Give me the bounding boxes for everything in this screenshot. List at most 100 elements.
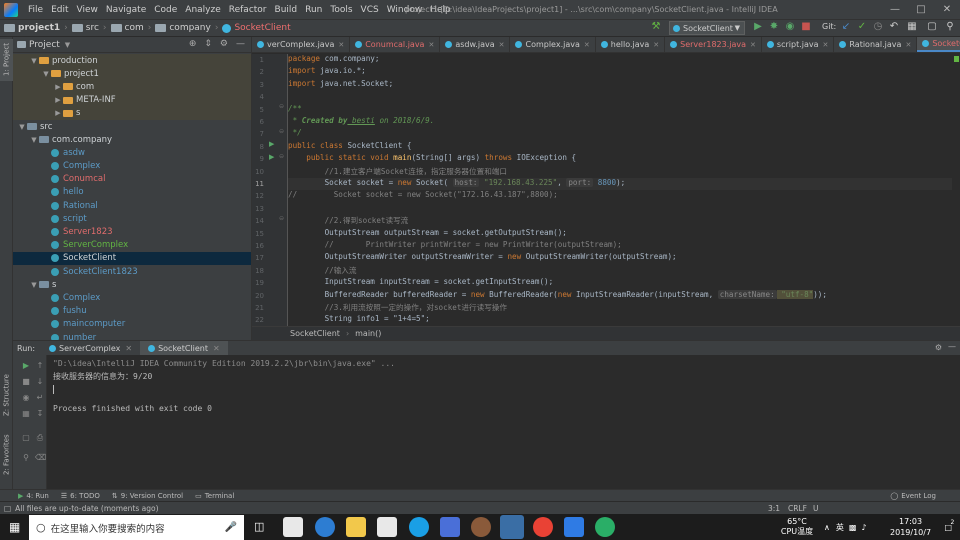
chevron-down-icon[interactable]: ▼ bbox=[65, 41, 70, 49]
fold-icon[interactable]: ⊖ bbox=[279, 153, 284, 160]
close-tab-icon[interactable]: ✕ bbox=[584, 41, 590, 49]
menu-code[interactable]: Code bbox=[150, 5, 181, 15]
editor-tab-complex-java[interactable]: Complex.java ✕ bbox=[510, 37, 596, 52]
clock[interactable]: 17:03 2019/10/7 bbox=[887, 516, 935, 538]
tree-class[interactable]: Server1823 bbox=[13, 225, 251, 238]
run-main-gutter-icon[interactable]: ▶ bbox=[269, 153, 274, 161]
menu-view[interactable]: View bbox=[73, 5, 102, 15]
terminal-tool-button[interactable]: ▭ Terminal bbox=[189, 492, 240, 500]
wifi-icon[interactable]: ▩ bbox=[849, 523, 857, 532]
crumb-com[interactable]: com bbox=[107, 23, 144, 33]
fold-icon[interactable]: ⊖ bbox=[279, 215, 284, 222]
menu-run[interactable]: Run bbox=[301, 5, 326, 15]
up-icon[interactable]: ↑ bbox=[35, 361, 45, 371]
build-hammer-icon[interactable]: ⚒ bbox=[650, 21, 662, 33]
chrome-icon[interactable] bbox=[533, 517, 553, 537]
tree-class[interactable]: script bbox=[13, 212, 251, 225]
project-structure-icon[interactable]: ▦ bbox=[906, 21, 918, 33]
menu-navigate[interactable]: Navigate bbox=[102, 5, 150, 15]
close-icon[interactable]: ✕ bbox=[934, 0, 960, 19]
chevron-down-icon[interactable]: ▼ bbox=[29, 281, 39, 289]
crumb-project1[interactable]: project1 bbox=[0, 23, 60, 33]
chevron-down-icon[interactable]: ▼ bbox=[17, 123, 27, 131]
tree-class[interactable]: number bbox=[13, 331, 251, 340]
breadcrumb-method[interactable]: main() bbox=[355, 329, 381, 338]
taskbar-app-7-icon[interactable] bbox=[471, 517, 491, 537]
task-view-icon[interactable]: ◫ bbox=[254, 520, 264, 533]
collapse-icon[interactable]: ⇕ bbox=[204, 39, 212, 49]
editor-tab-conumcal-java[interactable]: Conumcal.java ✕ bbox=[350, 37, 441, 52]
tree-class[interactable]: Complex bbox=[13, 160, 251, 173]
chevron-down-icon[interactable]: ▼ bbox=[29, 136, 39, 144]
tree-class[interactable]: hello bbox=[13, 186, 251, 199]
close-tab-icon[interactable]: ✕ bbox=[338, 41, 344, 49]
tree-folder[interactable]: ▶ s bbox=[13, 106, 251, 120]
taskbar-app-6-icon[interactable] bbox=[440, 517, 460, 537]
editor-tab-hello-java[interactable]: hello.java ✕ bbox=[596, 37, 666, 52]
editor-tab-asdw-java[interactable]: asdw.java ✕ bbox=[440, 37, 511, 52]
edge-browser-icon[interactable] bbox=[315, 517, 335, 537]
gear-icon[interactable]: ⚙ bbox=[220, 39, 228, 49]
hide-icon[interactable]: — bbox=[236, 39, 245, 49]
mail-icon[interactable] bbox=[377, 517, 397, 537]
tree-class[interactable]: Conumcal bbox=[13, 173, 251, 186]
gear-icon[interactable]: ⚙ bbox=[935, 343, 942, 352]
menu-vcs[interactable]: VCS bbox=[357, 5, 383, 15]
tree-class[interactable]: Complex bbox=[13, 291, 251, 304]
breadcrumb-class[interactable]: SocketClient bbox=[290, 329, 340, 338]
tree-class[interactable]: fushu bbox=[13, 305, 251, 318]
chevron-right-icon[interactable]: ▶ bbox=[53, 96, 63, 104]
tray-expand-icon[interactable]: ∧ bbox=[824, 523, 830, 532]
event-log-button[interactable]: ◯ Event Log bbox=[884, 492, 942, 500]
trash-icon[interactable]: ⌫ bbox=[35, 453, 46, 463]
taskbar-search-box[interactable]: ○ 在这里输入你要搜索的内容 🎤 bbox=[29, 515, 244, 540]
run-tab-servercomplex[interactable]: ServerComplex ✕ bbox=[41, 341, 140, 355]
favorites-tool-tab[interactable]: 2: Favorites bbox=[0, 429, 13, 481]
close-tab-icon[interactable]: ✕ bbox=[428, 41, 434, 49]
menu-build[interactable]: Build bbox=[271, 5, 302, 15]
tree-class[interactable]: SocketClient1823 bbox=[13, 265, 251, 278]
close-tab-icon[interactable]: ✕ bbox=[499, 41, 505, 49]
menu-tools[interactable]: Tools bbox=[326, 5, 356, 15]
fold-icon[interactable]: ⊖ bbox=[279, 103, 284, 110]
locate-icon[interactable]: ⊕ bbox=[189, 39, 197, 49]
git-history-icon[interactable]: ◷ bbox=[872, 21, 884, 33]
coverage-icon[interactable]: ◉ bbox=[784, 21, 796, 33]
menu-file[interactable]: File bbox=[24, 5, 47, 15]
tree-folder[interactable]: ▶ com bbox=[13, 80, 251, 94]
search-icon[interactable]: ⚲ bbox=[944, 21, 956, 33]
chevron-right-icon[interactable]: ▶ bbox=[53, 83, 63, 91]
encoding[interactable]: U bbox=[813, 504, 819, 513]
run-config-select[interactable]: SocketClient ▼ bbox=[669, 21, 745, 35]
status-layout-icon[interactable]: □ bbox=[4, 504, 11, 513]
rerun-icon[interactable]: ▶ bbox=[21, 361, 31, 371]
editor-tab-rational-java[interactable]: Rational.java ✕ bbox=[834, 37, 918, 52]
minimize-icon[interactable]: — bbox=[882, 0, 908, 19]
tree-folder[interactable]: ▼ com.company bbox=[13, 133, 251, 146]
close-tab-icon[interactable]: ✕ bbox=[823, 41, 829, 49]
menu-edit[interactable]: Edit bbox=[47, 5, 72, 15]
project-tool-tab[interactable]: 1: Project bbox=[0, 39, 13, 81]
tree-class[interactable]: maincomputer bbox=[13, 318, 251, 331]
microphone-icon[interactable]: 🎤 bbox=[225, 522, 237, 533]
run-tab-socketclient[interactable]: SocketClient ✕ bbox=[140, 341, 228, 355]
ime-label[interactable]: 英 bbox=[836, 522, 844, 533]
close-tab-icon[interactable]: ✕ bbox=[750, 41, 756, 49]
tree-class[interactable]: SocketClient bbox=[13, 251, 251, 265]
debug-icon[interactable]: ✸ bbox=[768, 21, 780, 33]
caret-position[interactable]: 3:1 bbox=[768, 504, 780, 513]
run-tool-button[interactable]: ▶ 4: Run bbox=[0, 492, 55, 500]
tree-folder[interactable]: ▶ META-INF bbox=[13, 93, 251, 107]
tree-folder[interactable]: ▼ production bbox=[13, 54, 251, 68]
crumb-company[interactable]: company bbox=[151, 23, 211, 33]
git-commit-icon[interactable]: ✓ bbox=[856, 21, 868, 33]
wrap-icon[interactable]: ↵ bbox=[35, 393, 45, 403]
maximize-icon[interactable]: □ bbox=[908, 0, 934, 19]
todo-tool-button[interactable]: ☰ 6: TODO bbox=[55, 492, 106, 500]
tree-class[interactable]: asdw bbox=[13, 146, 251, 159]
menu-refactor[interactable]: Refactor bbox=[225, 5, 271, 15]
wechat-icon[interactable] bbox=[595, 517, 615, 537]
qq-app-icon[interactable] bbox=[409, 517, 429, 537]
line-separator[interactable]: CRLF bbox=[788, 504, 807, 513]
console-output[interactable]: "D:\idea\IntelliJ IDEA Community Edition… bbox=[53, 357, 953, 487]
